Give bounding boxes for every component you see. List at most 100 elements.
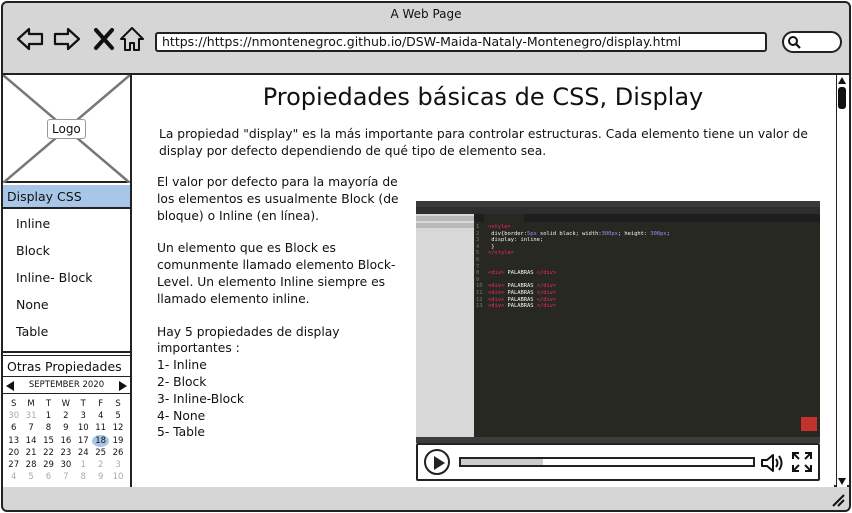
code-line: 10 <div> PALABRAS </div>: [476, 283, 557, 290]
volume-icon[interactable]: [760, 452, 786, 474]
list-item: 2- Block: [157, 374, 207, 389]
calendar-day[interactable]: 12: [109, 422, 126, 434]
home-icon[interactable]: [118, 25, 146, 53]
calendar-day[interactable]: 27: [5, 459, 22, 471]
calendar-day[interactable]: 15: [40, 435, 57, 447]
menu-item-otras-propiedades[interactable]: Otras Propiedades: [3, 355, 130, 377]
calendar-day[interactable]: 6: [40, 471, 57, 483]
code-line: 6: [476, 256, 480, 263]
list-item: 4- None: [157, 408, 206, 423]
calendar-day[interactable]: 28: [22, 459, 39, 471]
calendar-day[interactable]: 2: [57, 410, 74, 422]
calendar-day[interactable]: 1: [75, 459, 92, 471]
code-line: 12 <div> PALABRAS </div>: [476, 296, 557, 303]
intro-paragraph: La propiedad "display" es la más importa…: [159, 127, 808, 158]
vertical-scrollbar[interactable]: [836, 75, 847, 487]
channel-logo: [801, 417, 817, 431]
calendar-day[interactable]: 14: [22, 435, 39, 447]
calendar-day[interactable]: 10: [75, 422, 92, 434]
calendar-weekday: W: [61, 399, 71, 409]
calendar-day[interactable]: 8: [75, 471, 92, 483]
paragraph-default-value: El valor por defecto para la mayoría de …: [157, 175, 399, 223]
display-properties-list: 1- Inline 2- Block 3- Inline-Block 4- No…: [157, 357, 412, 441]
calendar-day[interactable]: 8: [40, 422, 57, 434]
list-intro: Hay 5 propiedades de display importantes…: [157, 324, 340, 356]
next-month-icon[interactable]: [119, 381, 127, 391]
menu-item-table[interactable]: Table: [3, 319, 130, 345]
fullscreen-icon[interactable]: [791, 451, 813, 473]
prev-month-icon[interactable]: [6, 381, 14, 391]
code-line: 7: [476, 263, 480, 270]
scroll-thumb[interactable]: [838, 87, 846, 109]
calendar-day[interactable]: 3: [109, 459, 126, 471]
code-line: 1 <style>: [476, 224, 511, 230]
calendar-day[interactable]: 10: [109, 471, 126, 483]
main-content: Propiedades básicas de CSS, Display La p…: [132, 75, 834, 487]
menu-item-block[interactable]: Block: [3, 238, 130, 264]
search-box[interactable]: [782, 31, 842, 53]
calendar-day[interactable]: 19: [109, 435, 126, 447]
calendar-day[interactable]: 6: [5, 422, 22, 434]
calendar-day[interactable]: 9: [57, 422, 74, 434]
calendar-day[interactable]: 7: [57, 471, 74, 483]
video-progress-bar[interactable]: [459, 457, 755, 467]
code-line: 4 }: [476, 243, 495, 250]
menu-item-inline-block[interactable]: Inline- Block: [3, 265, 130, 291]
calendar-day[interactable]: 3: [75, 410, 92, 422]
video-editor-menubar: [416, 207, 820, 214]
calendar-day[interactable]: 18: [91, 434, 110, 447]
video-editor-tabs: [474, 214, 820, 222]
scroll-down-icon[interactable]: [838, 478, 846, 485]
address-bar[interactable]: https://https://nmontenegroc.github.io/D…: [155, 32, 767, 52]
resize-grip-icon[interactable]: [831, 493, 845, 507]
calendar-day[interactable]: 31: [22, 410, 39, 422]
close-icon[interactable]: [90, 25, 118, 53]
back-arrow-icon[interactable]: [16, 25, 44, 53]
forward-arrow-icon[interactable]: [53, 25, 81, 53]
calendar-weekday: S: [10, 399, 17, 409]
calendar-day[interactable]: 22: [40, 447, 57, 459]
calendar-day[interactable]: 11: [92, 422, 109, 434]
calendar-day[interactable]: 30: [5, 410, 22, 422]
video-code-block: 1 <style> 2 div{border:5px solid black; wi…: [476, 224, 670, 310]
calendar-weekday: T: [45, 399, 52, 409]
video-frame[interactable]: 1 <style> 2 div{border:5px solid black; wi…: [416, 201, 820, 443]
calendar-day[interactable]: 25: [92, 447, 109, 459]
calendar-day[interactable]: 23: [57, 447, 74, 459]
calendar-day[interactable]: 20: [5, 447, 22, 459]
menu-item-inline[interactable]: Inline: [3, 211, 130, 237]
sidebar: Logo Display CSS Inline Block Inline- Bl…: [3, 75, 132, 487]
list-item: 3- Inline-Block: [157, 391, 245, 406]
calendar-day[interactable]: 2: [92, 459, 109, 471]
scroll-up-icon[interactable]: [838, 77, 846, 84]
calendar-day[interactable]: 4: [5, 471, 22, 483]
calendar-day[interactable]: 16: [57, 435, 74, 447]
code-line: 2 div{border:5px solid black; width:300p…: [476, 230, 670, 237]
calendar-day[interactable]: 5: [109, 410, 126, 422]
calendar-day[interactable]: 24: [75, 447, 92, 459]
page-content: Logo Display CSS Inline Block Inline- Bl…: [3, 73, 849, 487]
calendar-day[interactable]: 4: [92, 410, 109, 422]
menu-item-none[interactable]: None: [3, 292, 130, 318]
calendar-month-label: SEPTEMBER 2020: [28, 380, 105, 390]
video-progress-fill: [461, 459, 543, 465]
calendar-day[interactable]: 13: [5, 435, 22, 447]
play-button[interactable]: [424, 449, 450, 475]
calendar-day[interactable]: 17: [75, 435, 92, 447]
calendar-header: SEPTEMBER 2020: [3, 378, 130, 394]
paragraph-block-inline: Un elemento que es Block es comunmente l…: [157, 241, 396, 306]
menu-item-display-css[interactable]: Display CSS: [3, 185, 130, 209]
calendar-day[interactable]: 5: [22, 471, 39, 483]
code-line: 9: [476, 276, 480, 283]
text-column: El valor por defecto para la mayoría de …: [157, 174, 412, 441]
calendar-day[interactable]: 7: [22, 422, 39, 434]
calendar-day[interactable]: 1: [40, 410, 57, 422]
calendar-day[interactable]: 9: [92, 471, 109, 483]
code-line: 3 display: inline;: [476, 237, 544, 244]
calendar-weekday: S: [115, 399, 121, 409]
calendar-day[interactable]: 21: [22, 447, 39, 459]
calendar-day[interactable]: 26: [109, 447, 126, 459]
search-icon: [788, 36, 801, 49]
calendar-day[interactable]: 29: [40, 459, 57, 471]
calendar-day[interactable]: 30: [57, 459, 74, 471]
